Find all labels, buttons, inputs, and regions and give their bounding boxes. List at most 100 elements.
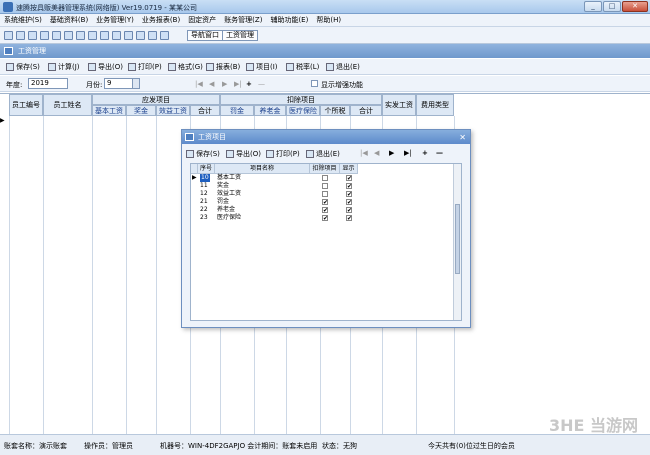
- exit-icon[interactable]: [160, 31, 169, 40]
- col-seq[interactable]: 序号: [198, 164, 215, 174]
- menu-help[interactable]: 帮助(H): [316, 15, 341, 25]
- show-checkbox[interactable]: ✔: [346, 183, 352, 190]
- minimize-button[interactable]: _: [584, 1, 602, 12]
- table-icon[interactable]: [40, 31, 49, 40]
- tools-icon[interactable]: [64, 31, 73, 40]
- deduct-checkbox[interactable]: ✔: [322, 199, 328, 206]
- month-input[interactable]: 9: [104, 78, 140, 89]
- card-icon[interactable]: [112, 31, 121, 40]
- deduct-checkbox[interactable]: ✔: [322, 215, 328, 222]
- menu-basic-data[interactable]: 基础资料(B): [50, 15, 88, 25]
- month-spinner[interactable]: [132, 79, 139, 88]
- show-checkbox[interactable]: ✔: [346, 215, 352, 222]
- print-icon[interactable]: [52, 31, 61, 40]
- dialog-table-row[interactable]: ▶ 10 基本工资 ✔: [191, 174, 352, 182]
- salary-mgmt-button[interactable]: 工资管理: [222, 30, 258, 41]
- col-fine[interactable]: 罚金: [220, 105, 254, 116]
- row-item-name[interactable]: 医疗保险: [217, 214, 241, 222]
- items-button[interactable]: 项目(I): [246, 62, 278, 72]
- dialog-table-row[interactable]: 23 医疗保险 ✔ ✔: [191, 214, 352, 222]
- calc-icon[interactable]: [100, 31, 109, 40]
- col-income-tax[interactable]: 个所税: [320, 105, 350, 116]
- nav-prev-icon[interactable]: ◀: [209, 80, 214, 88]
- export-button[interactable]: 导出(O): [88, 62, 123, 72]
- row-seq[interactable]: 11: [200, 182, 208, 190]
- dialog-export-button[interactable]: 导出(O): [226, 149, 261, 159]
- col-pension[interactable]: 养老金: [254, 105, 286, 116]
- deduct-checkbox[interactable]: [322, 175, 328, 181]
- remove-icon[interactable]: —: [258, 80, 265, 88]
- dialog-next-icon[interactable]: ▶: [389, 149, 394, 157]
- dialog-print-button[interactable]: 打印(P): [266, 149, 300, 159]
- col-show-flag[interactable]: 显示: [340, 164, 358, 174]
- row-item-name[interactable]: 养老金: [217, 206, 235, 214]
- dialog-exit-button[interactable]: 退出(E): [306, 149, 340, 159]
- exit-button[interactable]: 退出(E): [326, 62, 360, 72]
- enhanced-checkbox[interactable]: [311, 80, 318, 87]
- maximize-button[interactable]: □: [603, 1, 621, 12]
- new-icon[interactable]: [4, 31, 13, 40]
- row-item-name[interactable]: 奖金: [217, 182, 229, 190]
- scrollbar-thumb[interactable]: [455, 204, 460, 274]
- show-checkbox[interactable]: ✔: [346, 191, 352, 198]
- dialog-table-row[interactable]: 22 养老金 ✔ ✔: [191, 206, 352, 214]
- col-deduct-flag[interactable]: 扣除项目: [310, 164, 340, 174]
- menu-tools[interactable]: 辅助功能(E): [270, 15, 308, 25]
- show-checkbox[interactable]: ✔: [346, 175, 352, 182]
- col-item-name[interactable]: 项目名称: [215, 164, 310, 174]
- col-medical[interactable]: 医疗保险: [286, 105, 320, 116]
- dialog-save-button[interactable]: 保存(S): [186, 149, 220, 159]
- col-perf-salary[interactable]: 效益工资: [156, 105, 190, 116]
- menu-business[interactable]: 业务管理(Y): [96, 15, 134, 25]
- col-cost-type[interactable]: 费用类型: [416, 94, 454, 116]
- menu-reports[interactable]: 业务报表(B): [142, 15, 180, 25]
- format-button[interactable]: 格式(G): [168, 62, 203, 72]
- close-button[interactable]: ✕: [622, 1, 648, 12]
- nav-next-icon[interactable]: ▶: [222, 80, 227, 88]
- tax-rate-button[interactable]: 税率(L): [286, 62, 319, 72]
- col-base-salary[interactable]: 基本工资: [92, 105, 126, 116]
- dialog-scrollbar[interactable]: [453, 164, 461, 320]
- dialog-prev-icon[interactable]: ◀: [374, 149, 379, 157]
- chart-icon[interactable]: [88, 31, 97, 40]
- dialog-close-button[interactable]: ✕: [459, 131, 466, 145]
- menu-accounting[interactable]: 账务管理(Z): [224, 15, 262, 25]
- save-button[interactable]: 保存(S): [6, 62, 40, 72]
- nav-window-button[interactable]: 导航窗口: [187, 30, 223, 41]
- nav-last-icon[interactable]: ▶|: [234, 80, 242, 88]
- calculate-button[interactable]: 计算(J): [48, 62, 80, 72]
- deduct-checkbox[interactable]: ✔: [322, 207, 328, 214]
- col-bonus[interactable]: 奖金: [126, 105, 156, 116]
- row-item-name[interactable]: 罚金: [217, 198, 229, 206]
- dialog-first-icon[interactable]: |◀: [360, 149, 368, 157]
- dialog-last-icon[interactable]: ▶|: [404, 149, 412, 157]
- col-emp-name[interactable]: 员工姓名: [43, 94, 92, 116]
- deduct-checkbox[interactable]: [322, 191, 328, 197]
- row-item-name[interactable]: 效益工资: [217, 190, 241, 198]
- help-icon[interactable]: [148, 31, 157, 40]
- user-icon[interactable]: [76, 31, 85, 40]
- row-seq[interactable]: 22: [200, 206, 208, 214]
- deduct-checkbox[interactable]: [322, 183, 328, 189]
- save-icon[interactable]: [124, 31, 133, 40]
- nav-first-icon[interactable]: |◀: [195, 80, 203, 88]
- row-seq[interactable]: 10: [200, 174, 210, 182]
- print-button[interactable]: 打印(P): [128, 62, 162, 72]
- list-icon[interactable]: [16, 31, 25, 40]
- year-input[interactable]: 2019: [28, 78, 68, 89]
- row-seq[interactable]: 23: [200, 214, 208, 222]
- dialog-table-row[interactable]: 12 效益工资 ✔: [191, 190, 352, 198]
- dialog-table-row[interactable]: 21 罚金 ✔ ✔: [191, 198, 352, 206]
- show-checkbox[interactable]: ✔: [346, 199, 352, 206]
- show-checkbox[interactable]: ✔: [346, 207, 352, 214]
- report-button[interactable]: 报表(B): [206, 62, 240, 72]
- copy-icon[interactable]: [28, 31, 37, 40]
- col-emp-no[interactable]: 员工编号: [9, 94, 43, 116]
- menu-system[interactable]: 系统维护(S): [4, 15, 42, 25]
- row-seq[interactable]: 12: [200, 190, 208, 198]
- dialog-table-row[interactable]: 11 奖金 ✔: [191, 182, 352, 190]
- col-deduct-total[interactable]: 合计: [350, 105, 382, 116]
- col-payable-total[interactable]: 合计: [190, 105, 220, 116]
- col-net-pay[interactable]: 实发工资: [382, 94, 416, 116]
- menu-fixed-assets[interactable]: 固定资产: [188, 15, 216, 25]
